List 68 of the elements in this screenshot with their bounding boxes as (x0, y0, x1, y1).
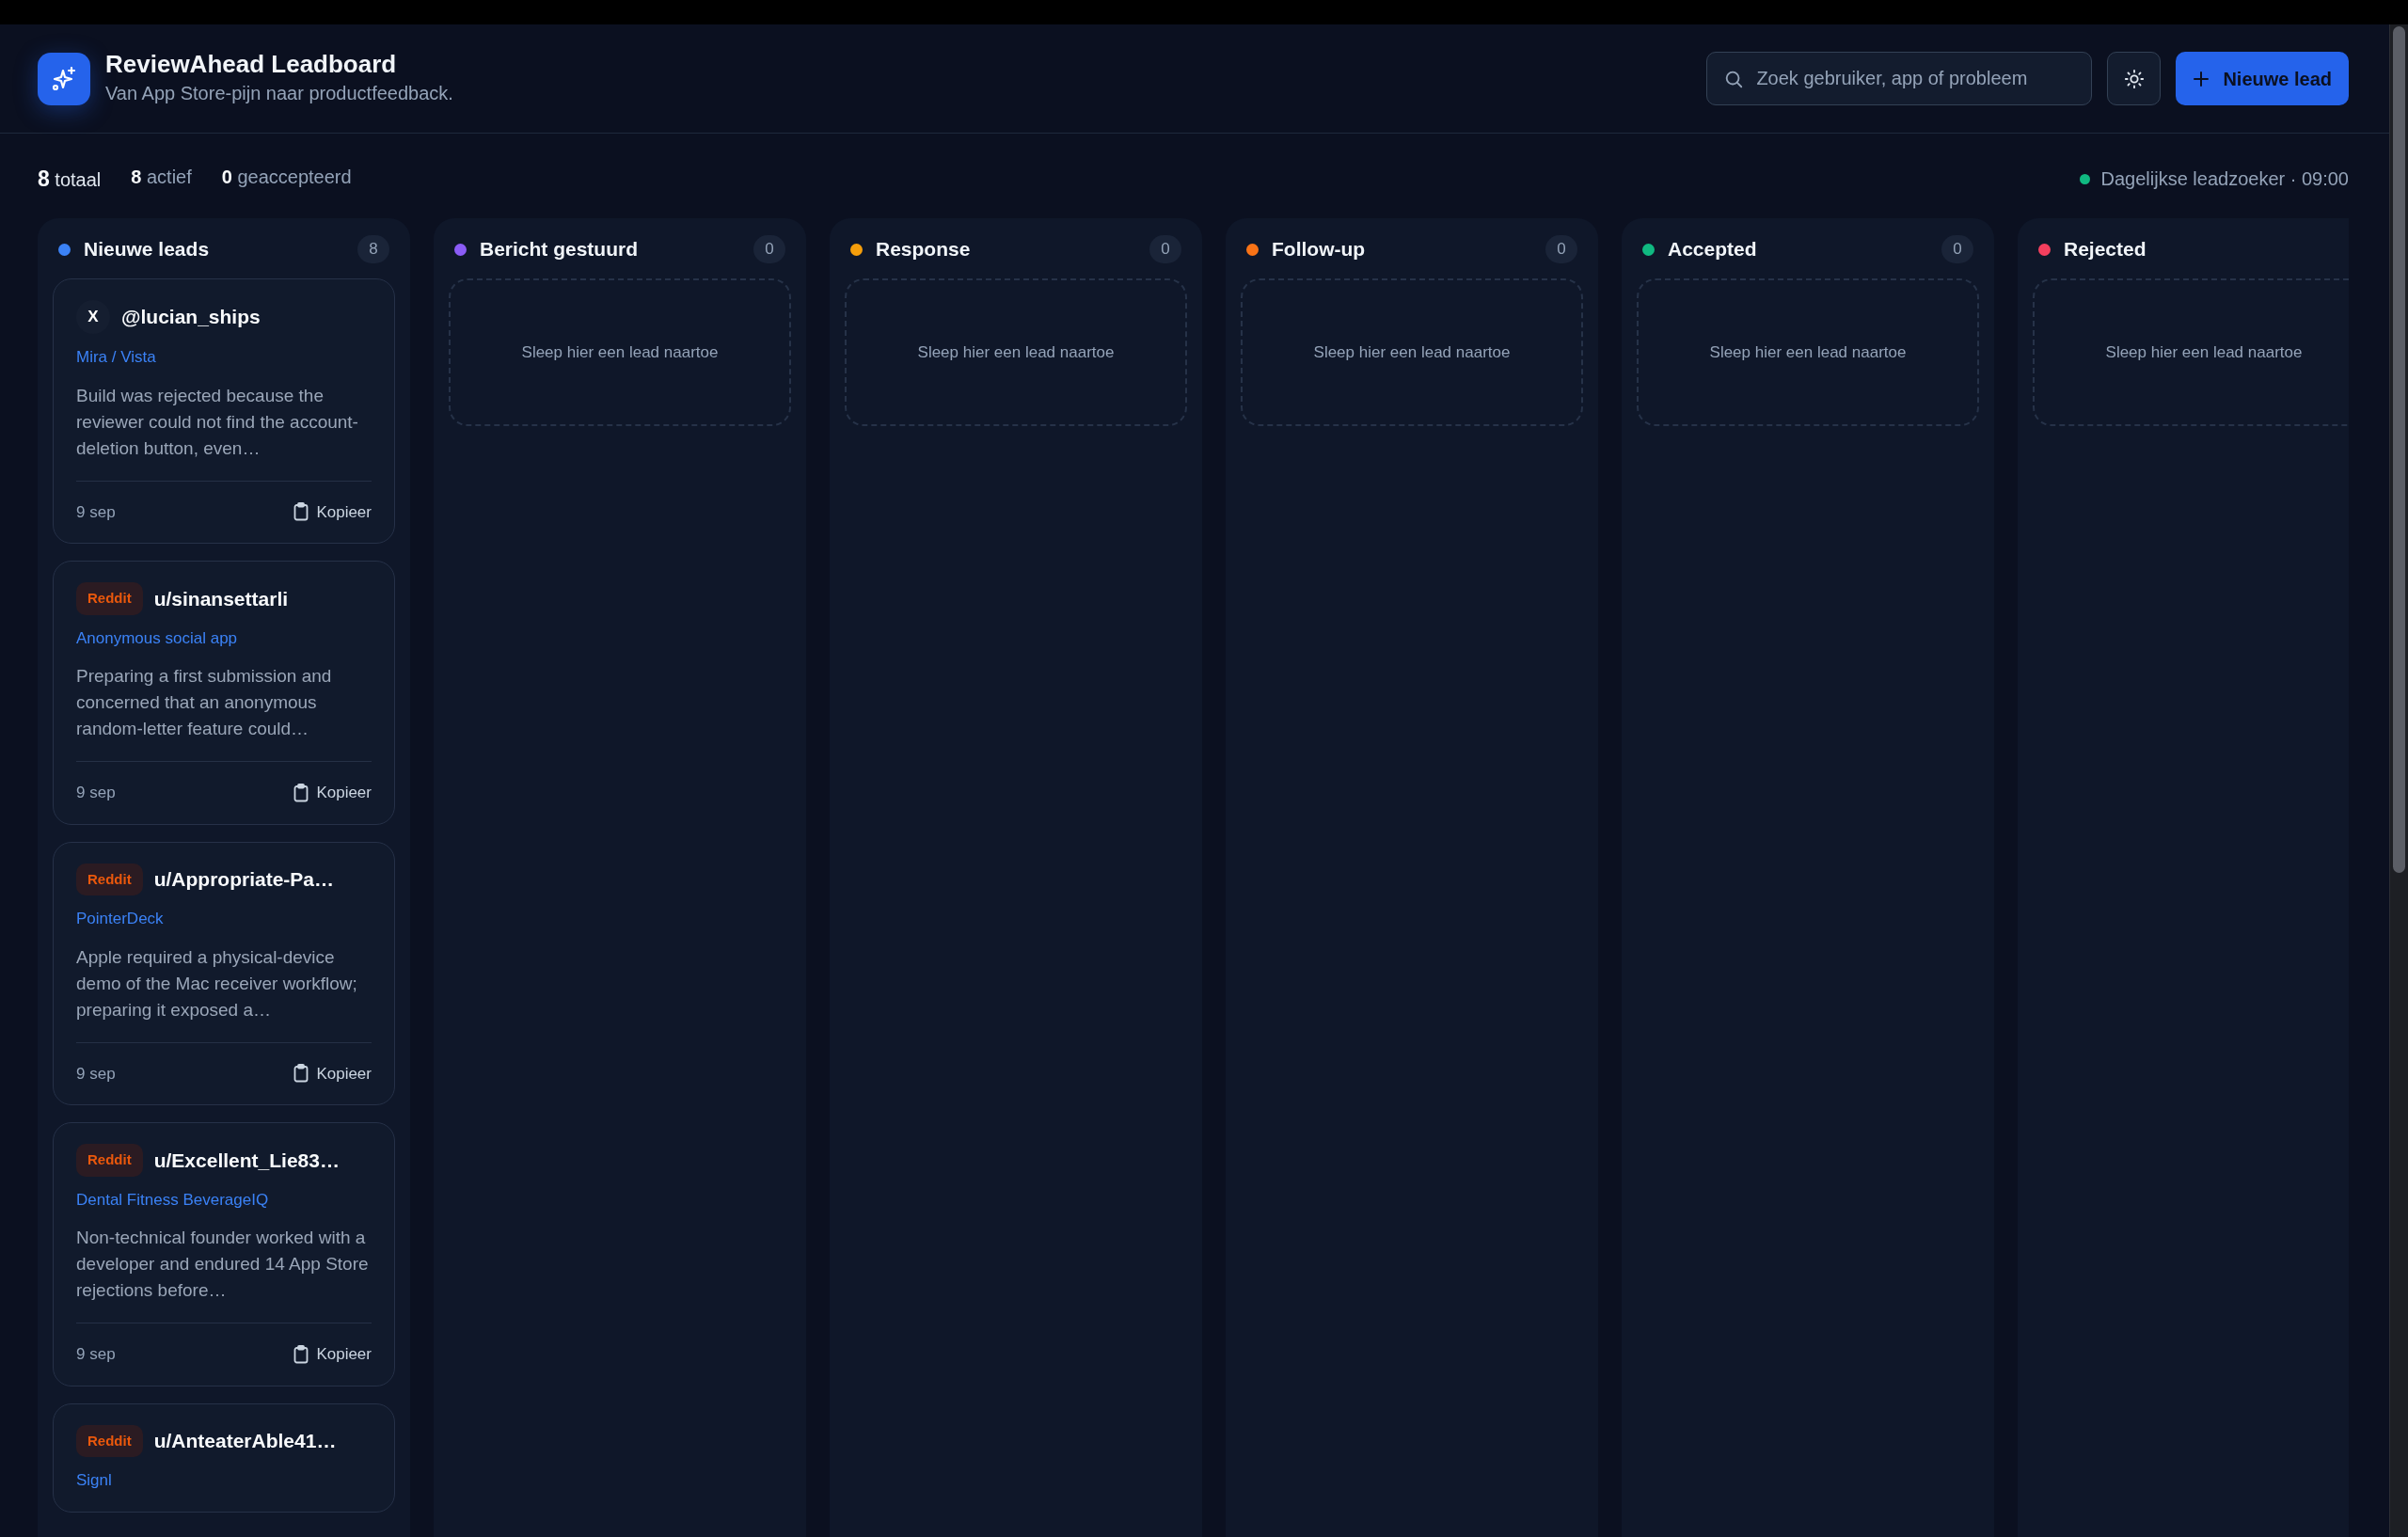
drop-zone[interactable]: Sleep hier een lead naartoe (1637, 278, 1979, 426)
scheduler-status: Dagelijkse leadzoeker · 09:00 (2100, 167, 2349, 191)
count-badge: 0 (1545, 235, 1577, 263)
column-title: Response (876, 237, 971, 262)
username: u/AnteaterAble41… (153, 1429, 337, 1453)
lead-summary: Non-technical founder worked with a developer and endured 14 App Store rejections before… (76, 1227, 370, 1302)
column-title: Nieuwe leads (84, 237, 210, 262)
stat-count: 8 actief (131, 165, 192, 189)
lead-summary: Build was rejected because the reviewer could not find the account-deletion button, even… (76, 384, 359, 460)
app-name: Mira / Vista (76, 347, 157, 368)
drop-zone[interactable]: Sleep hier een lead naartoe (449, 278, 791, 426)
platform-badge: Reddit (76, 582, 143, 615)
scrollbar[interactable] (2389, 24, 2408, 1537)
app-name: Signl (76, 1470, 113, 1491)
column-title: Bericht gestuurd (480, 237, 639, 262)
count-badge: 0 (1941, 235, 1973, 263)
platform-badge: Reddit (76, 1424, 143, 1457)
drop-zone[interactable]: Sleep hier een lead naartoe (2033, 278, 2349, 426)
lead-card[interactable]: Reddit u/Appropriate-Pa… PointerDeck Apple required a physical-device demo of the Mac receiver workflow; preparing it exposed a… 9 sep Kopieer (53, 841, 395, 1105)
lead-summary: Preparing a first submission and concerned that an anonymous random-letter feature could… (76, 665, 333, 740)
drop-zone[interactable]: Sleep hier een lead naartoe (845, 278, 1187, 426)
date-label: 9 sep (76, 501, 116, 523)
lead-card[interactable]: Reddit u/Excellent_Lie83… Dental Fitness BeverageIQ Non-technical founder worked with a developer and endured 14 App Store rejections before… 9 sep Kopieer (53, 1122, 395, 1386)
username: u/Appropriate-Pa… (153, 867, 335, 892)
stat-count: 8 totaal (38, 165, 102, 193)
lead-summary: Apple required a physical-device demo of the Mac receiver workflow; preparing it exposed a… (76, 945, 358, 1022)
clipboard-icon (293, 1344, 309, 1364)
date-label: 9 sep (76, 1063, 116, 1085)
username: u/sinansettarli (153, 586, 289, 611)
lead-card[interactable]: X @lucian_ships Mira / Vista Build was rejected because the reviewer could not find the account-deletion button, even… 9 sep Kopieer (53, 278, 395, 544)
column-title: Accepted (1668, 237, 1757, 262)
clipboard-icon (293, 502, 309, 522)
column-title: Rejected (2064, 237, 2147, 262)
column-title: Follow-up (1272, 237, 1366, 262)
stat-count: 0 geaccepteerd (221, 165, 352, 189)
app-subtitle: Van App Store-pijn naar productfeedback. (105, 82, 453, 106)
app-name: Dental Fitness BeverageIQ (76, 1189, 270, 1211)
sun-icon (2123, 68, 2145, 89)
copy-button[interactable]: Kopieer (293, 1342, 372, 1367)
search-icon (1723, 69, 1745, 89)
app-name: Anonymous social app (76, 627, 239, 649)
theme-toggle-button[interactable] (2107, 52, 2162, 105)
count-badge: 0 (1149, 235, 1181, 263)
copy-button[interactable]: Kopieer (293, 499, 372, 524)
lead-card[interactable]: Reddit u/AnteaterAble41… Signl (53, 1402, 395, 1513)
copy-button[interactable]: Kopieer (293, 1061, 372, 1085)
scrollbar-thumb[interactable] (2393, 26, 2405, 873)
app-name: PointerDeck (76, 909, 165, 929)
drop-zone[interactable]: Sleep hier een lead naartoe (1241, 278, 1583, 426)
status-dot (2079, 173, 2090, 184)
platform-badge: Reddit (76, 863, 143, 895)
username: @lucian_ships (121, 305, 261, 330)
platform-badge: Reddit (76, 1144, 143, 1177)
copy-button[interactable]: Kopieer (293, 781, 372, 805)
count-badge: 8 (357, 235, 389, 263)
app-title: ReviewAhead Leadboard (105, 49, 398, 80)
plus-icon (2193, 70, 2210, 87)
platform-badge: X (76, 300, 110, 334)
logo-icon (38, 52, 90, 105)
new-lead-button[interactable]: Nieuwe lead (2176, 52, 2349, 105)
date-label: 9 sep (76, 783, 116, 803)
username: u/Excellent_Lie83… (153, 1148, 340, 1173)
search-field[interactable]: Zoek gebruiker, app of probleem (1706, 52, 2093, 105)
date-label: 9 sep (76, 1344, 116, 1365)
clipboard-icon (293, 1064, 309, 1084)
lead-card[interactable]: Reddit u/sinansettarli Anonymous social app Preparing a first submission and concerned that an anonymous random-letter feature could… 9 sep Kopieer (53, 561, 395, 825)
count-badge: 0 (753, 235, 785, 263)
clipboard-icon (293, 783, 309, 802)
